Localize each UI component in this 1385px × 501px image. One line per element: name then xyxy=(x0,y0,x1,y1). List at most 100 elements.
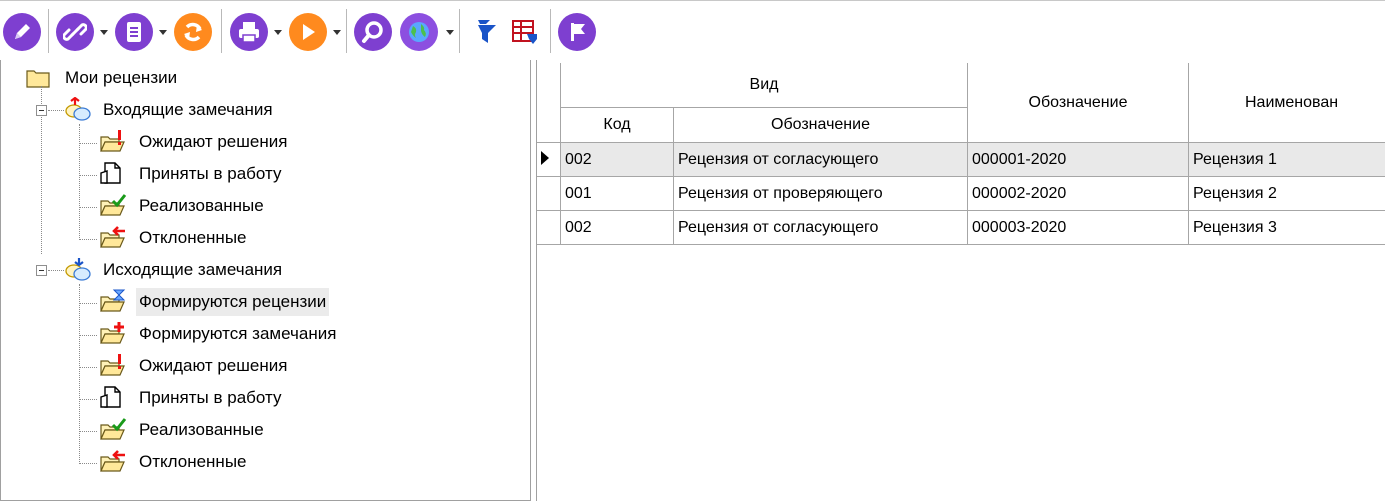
cell-kind[interactable]: Рецензия от согласующего xyxy=(674,211,968,245)
link-dropdown-arrow[interactable] xyxy=(100,30,108,35)
row-indicator[interactable] xyxy=(537,211,561,245)
tree-connector-line xyxy=(48,270,64,271)
tree-panel: Мои рецензии Входящие замечания Ожидают ре… xyxy=(0,60,531,501)
document-button[interactable] xyxy=(115,13,153,51)
column-group-kind: Вид xyxy=(561,63,968,108)
column-header-name[interactable]: Наименован xyxy=(1189,63,1385,143)
tree-node-label: Приняты в работу xyxy=(139,388,282,407)
refresh-icon xyxy=(174,13,212,51)
tree-node-label: Мои рецензии xyxy=(65,68,178,87)
tree-connector-line xyxy=(79,124,80,240)
toolbar xyxy=(0,0,1385,60)
tree-node-label: Реализованные xyxy=(139,420,264,439)
tree-item-outgoing[interactable]: Формируются рецензии xyxy=(99,288,519,316)
tree-node-label: Ожидают решения xyxy=(139,356,288,375)
document-accepted-icon xyxy=(99,161,127,195)
link-icon xyxy=(56,13,94,51)
cell-code[interactable]: 002 xyxy=(561,143,674,177)
print-button[interactable] xyxy=(230,13,268,51)
folder-add-icon xyxy=(99,321,127,355)
tree-node-label: Отклоненные xyxy=(139,452,247,471)
column-header-designation[interactable]: Обозначение xyxy=(968,63,1189,143)
filter-icon xyxy=(467,13,505,51)
column-header-kind-designation[interactable]: Обозначение xyxy=(674,108,968,143)
tree-item-incoming[interactable]: Ожидают решения xyxy=(99,128,519,156)
folder-done-icon xyxy=(99,193,127,227)
link-button[interactable] xyxy=(56,13,94,51)
print-dropdown-arrow[interactable] xyxy=(274,30,282,35)
tree-connector-line xyxy=(79,431,97,432)
tree-node-label: Формируются рецензии xyxy=(136,288,330,316)
tree-node-label: Реализованные xyxy=(139,196,264,215)
cell-code[interactable]: 001 xyxy=(561,177,674,211)
tree-connector-line xyxy=(79,335,97,336)
tree-item-incoming[interactable]: Приняты в работу xyxy=(99,160,519,188)
grid-corner xyxy=(537,63,561,143)
outgoing-comments-icon xyxy=(63,257,93,293)
tree-connector-line xyxy=(48,110,64,111)
tree-node-label: Ожидают решения xyxy=(139,132,288,151)
tree-item-outgoing[interactable]: Ожидают решения xyxy=(99,352,519,380)
tree-root-my-reviews[interactable]: Мои рецензии xyxy=(25,64,445,92)
collapse-toggle[interactable] xyxy=(36,105,47,116)
column-header-code[interactable]: Код xyxy=(561,108,674,143)
tree-item-outgoing[interactable]: Приняты в работу xyxy=(99,384,519,412)
cell-code[interactable]: 002 xyxy=(561,211,674,245)
cell-kind[interactable]: Рецензия от согласующего xyxy=(674,143,968,177)
table-report-icon xyxy=(506,13,544,51)
magnifier-icon xyxy=(354,13,392,51)
incoming-comments-icon xyxy=(63,96,93,133)
tree-connector-line xyxy=(79,303,97,304)
globe-dropdown-arrow[interactable] xyxy=(446,30,454,35)
document-dropdown-arrow[interactable] xyxy=(159,30,167,35)
tree-connector-line xyxy=(79,207,97,208)
report-button[interactable] xyxy=(506,13,544,51)
refresh-button[interactable] xyxy=(174,13,212,51)
tree-group-incoming[interactable]: Входящие замечания xyxy=(63,96,483,124)
folder-done-icon xyxy=(99,417,127,451)
tree-group-outgoing[interactable]: Исходящие замечания xyxy=(63,256,483,284)
tree-node-label: Формируются замечания xyxy=(139,324,337,343)
toolbar-separator xyxy=(459,9,460,53)
cell-designation[interactable]: 000001-2020 xyxy=(968,143,1189,177)
tree-item-incoming[interactable]: Реализованные xyxy=(99,192,519,220)
tree-connector-line xyxy=(79,367,97,368)
toolbar-separator xyxy=(550,9,551,53)
pencil-icon xyxy=(3,13,41,51)
cell-name[interactable]: Рецензия 3 xyxy=(1189,211,1385,245)
tree-item-outgoing[interactable]: Отклоненные xyxy=(99,448,519,476)
tree-connector-line xyxy=(79,239,97,240)
filter-button[interactable] xyxy=(467,13,505,51)
folder-rejected-icon xyxy=(99,449,127,483)
folder-icon xyxy=(25,65,53,99)
tree-node-label: Отклоненные xyxy=(139,228,247,247)
folder-awaiting-icon xyxy=(99,129,127,163)
row-indicator[interactable] xyxy=(537,143,561,177)
cell-kind[interactable]: Рецензия от проверяющего xyxy=(674,177,968,211)
edit-button[interactable] xyxy=(3,13,41,51)
tree-node-label: Входящие замечания xyxy=(103,100,273,119)
flag-button[interactable] xyxy=(558,13,596,51)
cell-name[interactable]: Рецензия 2 xyxy=(1189,177,1385,211)
tree-connector-line xyxy=(79,175,97,176)
cell-designation[interactable]: 000003-2020 xyxy=(968,211,1189,245)
tree-item-outgoing[interactable]: Реализованные xyxy=(99,416,519,444)
tree-item-outgoing[interactable]: Формируются замечания xyxy=(99,320,519,348)
document-accepted-icon xyxy=(99,385,127,419)
play-icon xyxy=(289,13,327,51)
globe-button[interactable] xyxy=(400,13,438,51)
search-button[interactable] xyxy=(354,13,392,51)
tree-item-incoming[interactable]: Отклоненные xyxy=(99,224,519,252)
collapse-toggle[interactable] xyxy=(36,265,47,276)
globe-icon xyxy=(400,13,438,51)
reviews-grid: Вид Код Обозначение Обозначение Наименов… xyxy=(536,60,1385,501)
row-indicator[interactable] xyxy=(537,177,561,211)
toolbar-separator xyxy=(48,9,49,53)
flag-icon xyxy=(558,13,596,51)
run-dropdown-arrow[interactable] xyxy=(333,30,341,35)
run-button[interactable] xyxy=(289,13,327,51)
cell-designation[interactable]: 000002-2020 xyxy=(968,177,1189,211)
toolbar-separator xyxy=(221,9,222,53)
cell-name[interactable]: Рецензия 1 xyxy=(1189,143,1385,177)
current-row-arrow-icon xyxy=(541,151,549,165)
